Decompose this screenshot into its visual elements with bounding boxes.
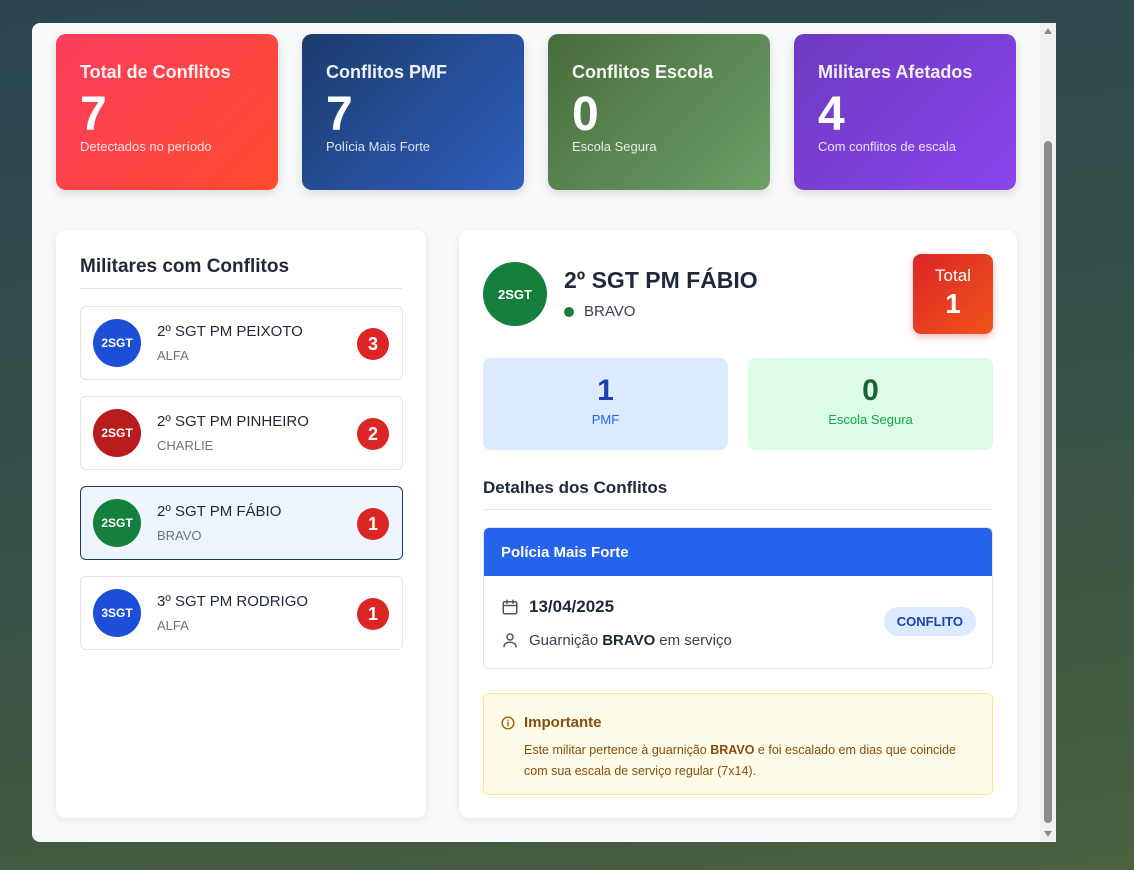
conflict-date: 13/04/2025 xyxy=(529,597,615,616)
stat-title: Conflitos PMF xyxy=(326,62,447,82)
conflict-card: Polícia Mais Forte 13/04/2025 Guarnição … xyxy=(483,527,993,669)
notice-text: Este militar pertence à guarnição BRAVO … xyxy=(524,740,975,782)
detail-name: 2º SGT PM FÁBIO xyxy=(564,267,758,293)
stat-title: Militares Afetados xyxy=(818,62,973,82)
desc-prefix: Guarnição xyxy=(529,631,599,649)
notice-text-part1: Este militar pertence à guarnição xyxy=(524,743,707,757)
detail-team-label: BRAVO xyxy=(584,303,636,320)
militar-team: BRAVO xyxy=(157,528,202,543)
militar-name: 3º SGT PM RODRIGO xyxy=(157,593,309,610)
avatar: 2SGT xyxy=(93,499,141,547)
escola-value: 0 xyxy=(862,374,879,407)
militar-name: 2º SGT PM FÁBIO xyxy=(157,503,282,520)
calendar-icon xyxy=(501,598,519,616)
stat-value: 7 xyxy=(80,88,107,141)
conflict-status-badge: CONFLITO xyxy=(883,607,976,636)
militar-name: 2º SGT PM PEIXOTO xyxy=(157,323,303,340)
total-box: Total 1 xyxy=(913,254,993,334)
scroll-thumb[interactable] xyxy=(1044,141,1052,823)
stat-value: 4 xyxy=(818,88,845,141)
avatar: 3SGT xyxy=(93,589,141,637)
conflict-description: Guarnição BRAVO em serviço xyxy=(501,631,732,649)
detail-team: BRAVO xyxy=(564,303,635,320)
info-icon xyxy=(501,715,515,730)
escola-label: Escola Segura xyxy=(828,412,913,427)
scroll-up-arrow-icon[interactable] xyxy=(1044,28,1052,34)
stat-card-escola: Conflitos Escola 0 Escola Segura xyxy=(548,34,770,190)
conflict-count-badge: 1 xyxy=(357,508,389,540)
stat-subtitle: Detectados no período xyxy=(80,139,212,154)
stat-subtitle: Polícia Mais Forte xyxy=(326,139,431,154)
avatar: 2SGT xyxy=(93,409,141,457)
militar-team: CHARLIE xyxy=(157,438,214,453)
militar-name: 2º SGT PM PINHEIRO xyxy=(157,413,309,430)
total-value: 1 xyxy=(945,288,961,319)
stat-value: 7 xyxy=(326,88,353,141)
section-title: Detalhes dos Conflitos xyxy=(483,478,993,510)
pmf-label: PMF xyxy=(591,412,620,427)
list-title: Militares com Conflitos xyxy=(80,256,402,289)
conflict-count-badge: 3 xyxy=(357,328,389,360)
conflict-header: Polícia Mais Forte xyxy=(484,528,992,576)
notice-team: BRAVO xyxy=(710,743,755,757)
important-notice: Importante Este militar pertence à guarn… xyxy=(483,693,993,795)
user-icon xyxy=(501,631,519,649)
notice-title-row: Importante xyxy=(501,714,975,731)
stat-title: Conflitos Escola xyxy=(572,62,714,82)
vertical-scrollbar[interactable] xyxy=(1040,23,1056,842)
team-status-dot xyxy=(564,306,574,317)
list-item-rodrigo[interactable]: 3SGT 3º SGT PM RODRIGO ALFA 1 xyxy=(80,576,403,650)
escola-stat: 0 Escola Segura xyxy=(748,358,993,450)
total-label: Total xyxy=(935,266,971,285)
militar-detail-panel: 2SGT 2º SGT PM FÁBIO BRAVO Total 1 1 PMF… xyxy=(459,230,1017,818)
militares-list-panel: Militares com Conflitos 2SGT 2º SGT PM P… xyxy=(56,230,426,818)
conflict-count-badge: 1 xyxy=(357,598,389,630)
pmf-value: 1 xyxy=(597,374,614,407)
stat-title: Total de Conflitos xyxy=(80,62,231,82)
conflict-date-row: 13/04/2025 xyxy=(501,597,614,617)
avatar: 2SGT xyxy=(93,319,141,367)
list-item-pinheiro[interactable]: 2SGT 2º SGT PM PINHEIRO CHARLIE 2 xyxy=(80,396,403,470)
conflict-count-badge: 2 xyxy=(357,418,389,450)
stat-subtitle: Com conflitos de escala xyxy=(818,139,957,154)
scroll-down-arrow-icon[interactable] xyxy=(1044,831,1052,837)
list-item-peixoto[interactable]: 2SGT 2º SGT PM PEIXOTO ALFA 3 xyxy=(80,306,403,380)
notice-title: Importante xyxy=(524,714,602,731)
pmf-stat: 1 PMF xyxy=(483,358,728,450)
list-item-fabio[interactable]: 2SGT 2º SGT PM FÁBIO BRAVO 1 xyxy=(80,486,403,560)
stat-subtitle: Escola Segura xyxy=(572,139,657,154)
desc-suffix: em serviço xyxy=(659,631,732,649)
stat-value: 0 xyxy=(572,88,599,141)
stat-card-pmf: Conflitos PMF 7 Polícia Mais Forte xyxy=(302,34,524,190)
militar-team: ALFA xyxy=(157,348,189,363)
desc-team: BRAVO xyxy=(602,631,656,649)
avatar: 2SGT xyxy=(483,262,547,326)
stat-card-total: Total de Conflitos 7 Detectados no perío… xyxy=(56,34,278,190)
app-window: Total de Conflitos 7 Detectados no perío… xyxy=(32,23,1056,842)
militar-team: ALFA xyxy=(157,618,189,633)
stat-card-militares: Militares Afetados 4 Com conflitos de es… xyxy=(794,34,1016,190)
